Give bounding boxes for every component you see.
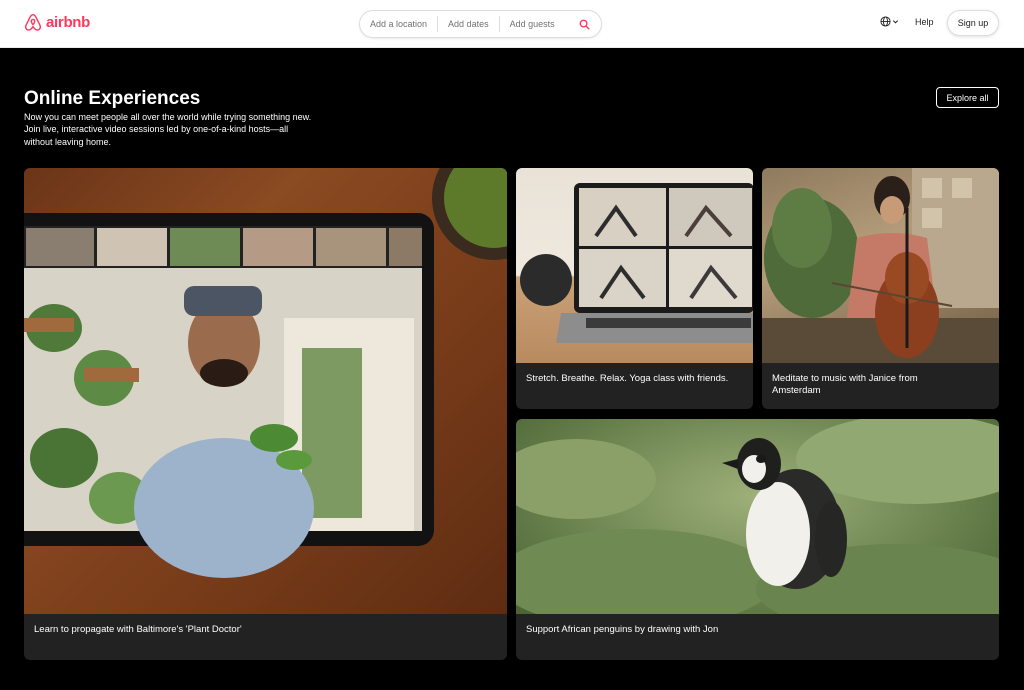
experience-card-plant-doctor[interactable]: Learn to propagate with Baltimore's 'Pla… [24, 168, 507, 660]
location-field[interactable]: Add a location [360, 16, 439, 32]
airbnb-belo-icon [24, 13, 42, 32]
card-caption: Stretch. Breathe. Relax. Yoga class with… [526, 373, 729, 384]
top-header: airbnb Add a location Add dates Add gues… [0, 0, 1024, 48]
search-button[interactable] [571, 11, 597, 37]
card-caption: Meditate to music with Janice from Amste… [772, 373, 918, 396]
card-caption: Support African penguins by drawing with… [526, 624, 719, 635]
experience-card-cello[interactable]: Meditate to music with Janice from Amste… [762, 168, 999, 409]
sign-up-button[interactable]: Sign up [947, 10, 999, 36]
experience-card-penguin[interactable]: Support African penguins by drawing with… [516, 419, 999, 660]
plant-doctor-image [24, 168, 507, 614]
experience-card-yoga[interactable]: Stretch. Breathe. Relax. Yoga class with… [516, 168, 753, 409]
airbnb-logo[interactable]: airbnb [24, 13, 90, 32]
language-selector[interactable] [880, 16, 899, 27]
logo-text: airbnb [46, 14, 91, 31]
explore-all-button[interactable]: Explore all [936, 87, 999, 108]
african-penguin-image [516, 419, 999, 614]
search-bar[interactable]: Add a location Add dates Add guests [359, 10, 602, 38]
chevron-down-icon [892, 20, 899, 24]
help-link[interactable]: Help [915, 17, 934, 27]
page-title: Online Experiences [24, 88, 201, 109]
globe-icon [880, 16, 891, 27]
dates-field[interactable]: Add dates [438, 16, 500, 32]
search-icon [579, 19, 590, 30]
yoga-class-image [516, 168, 753, 363]
card-caption: Learn to propagate with Baltimore's 'Pla… [34, 624, 242, 635]
intro-description: Now you can meet people all over the wor… [24, 112, 312, 147]
guests-field[interactable]: Add guests [500, 16, 565, 32]
cello-meditation-image [762, 168, 999, 363]
